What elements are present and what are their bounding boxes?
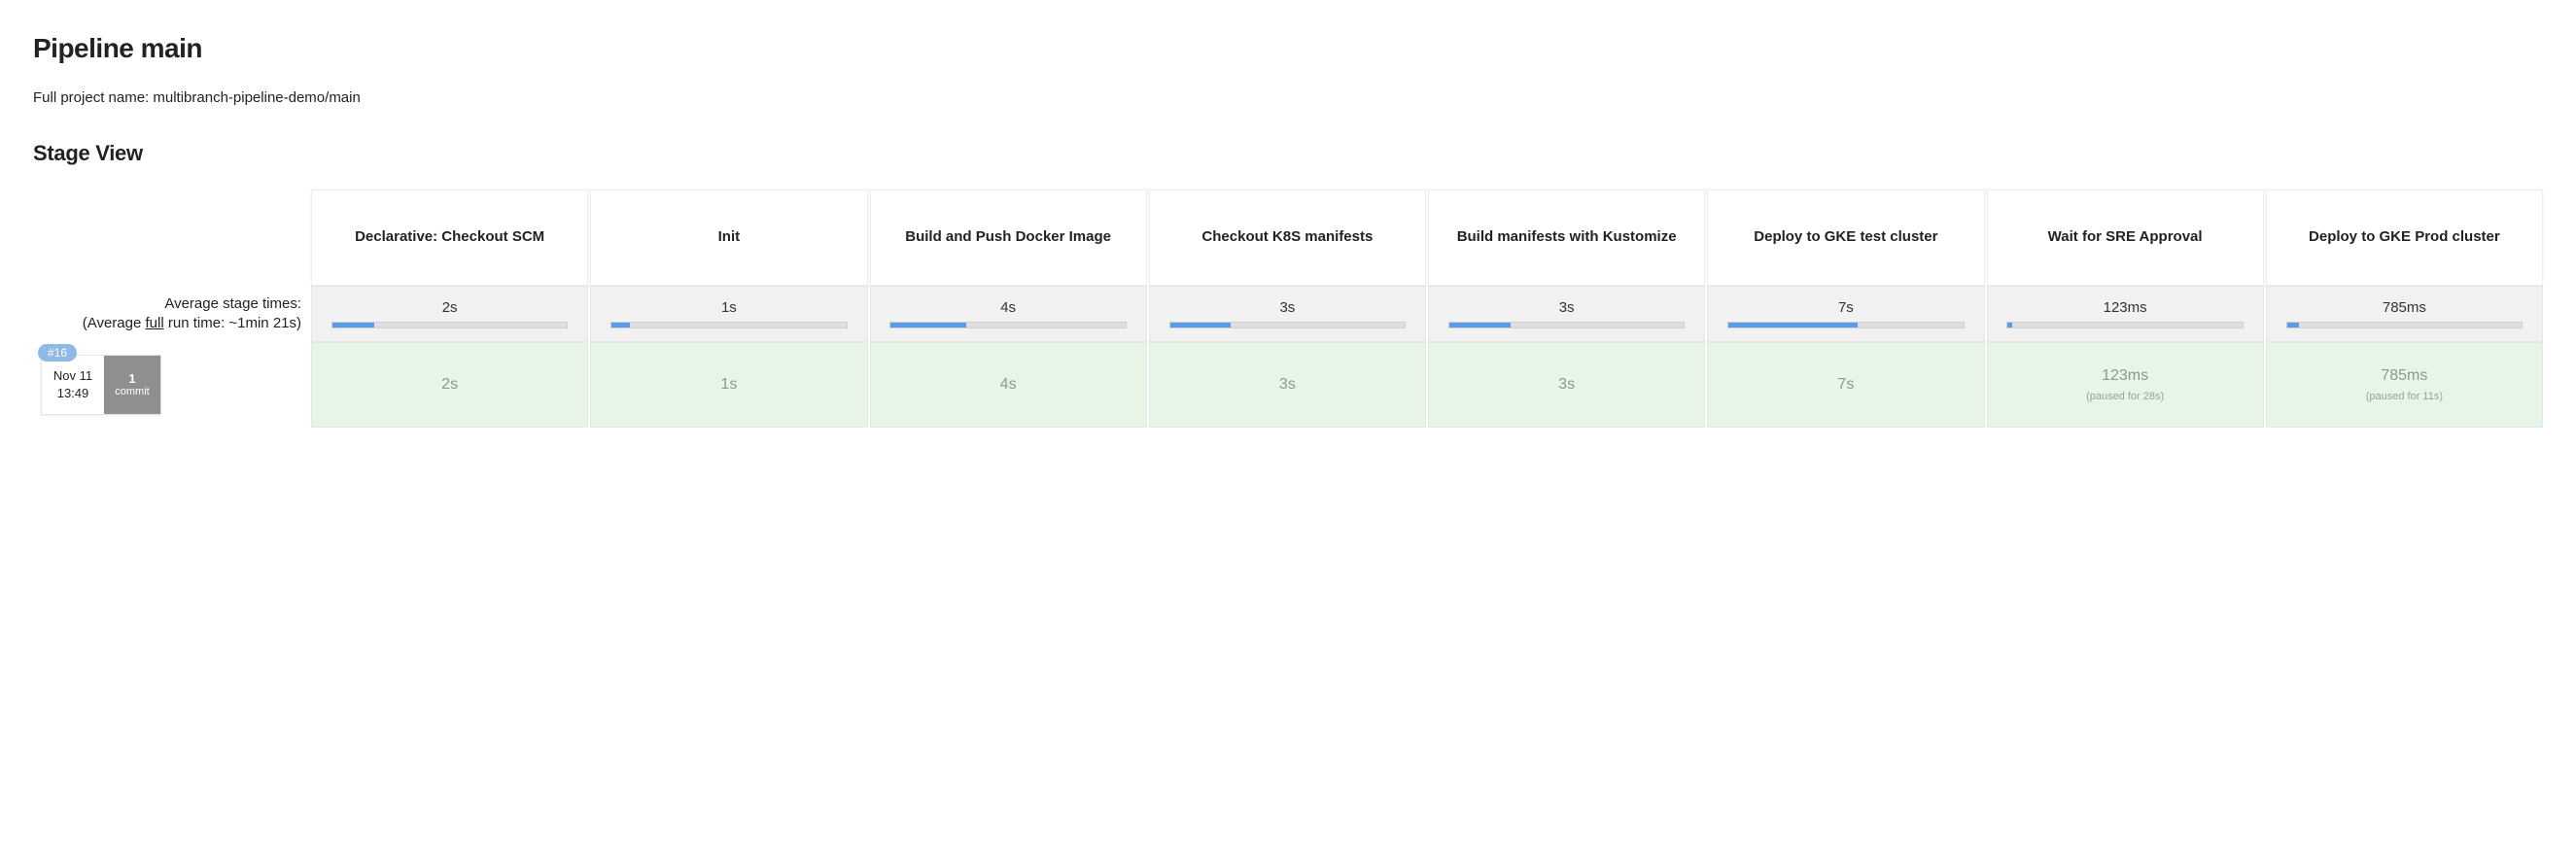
build-date: Nov 11 13:49 <box>42 356 104 414</box>
stage-header[interactable]: Deploy to GKE test cluster <box>1707 189 1984 286</box>
stage-build-row: 2s 1s 4s 3s 3s 7s 123ms (paused for 28s) 785ms (p… <box>311 342 2543 428</box>
full-name-value: multibranch-pipeline-demo/main <box>153 89 360 106</box>
stage-avg-cell[interactable]: 7s <box>1707 286 1984 342</box>
stage-avg-time: 3s <box>1279 299 1295 316</box>
stage-avg-cell[interactable]: 4s <box>870 286 1147 342</box>
stage-avg-cell[interactable]: 2s <box>311 286 588 342</box>
progress-bar <box>1448 322 1686 328</box>
progress-bar <box>2286 322 2524 328</box>
stage-build-time: 785ms <box>2381 367 2427 385</box>
page-title: Pipeline main <box>33 33 2543 64</box>
stage-header[interactable]: Deploy to GKE Prod cluster <box>2266 189 2543 286</box>
stage-avg-time: 2s <box>442 299 458 316</box>
progress-bar-fill <box>1728 323 1858 327</box>
stage-view: Average stage times: (Average full run t… <box>33 189 2543 428</box>
stage-avg-time: 7s <box>1838 299 1854 316</box>
stage-header[interactable]: Build and Push Docker Image <box>870 189 1147 286</box>
avg-full-underline: full <box>146 315 164 331</box>
average-times-label: Average stage times: (Average full run t… <box>33 286 311 342</box>
avg-line2: (Average full run time: ~1min 21s) <box>83 314 301 333</box>
progress-bar-fill <box>890 323 965 327</box>
build-date-day: Nov 11 <box>53 367 92 385</box>
stage-build-cell[interactable]: 1s <box>590 342 867 428</box>
progress-bar-fill <box>2287 323 2299 327</box>
stage-paused-label: (paused for 11s) <box>2366 391 2443 402</box>
stage-header[interactable]: Build manifests with Kustomize <box>1428 189 1705 286</box>
stage-header[interactable]: Checkout K8S manifests <box>1149 189 1426 286</box>
stage-avg-time: 1s <box>721 299 737 316</box>
stage-build-time: 4s <box>1000 376 1017 394</box>
progress-bar <box>889 322 1127 328</box>
stage-build-time: 2s <box>441 376 458 394</box>
full-project-name: Full project name: multibranch-pipeline-… <box>33 89 2543 106</box>
build-date-time: 13:49 <box>57 385 89 402</box>
stage-avg-cell[interactable]: 3s <box>1428 286 1705 342</box>
stage-header[interactable]: Init <box>590 189 867 286</box>
stage-build-cell[interactable]: 3s <box>1149 342 1426 428</box>
stage-build-cell[interactable]: 2s <box>311 342 588 428</box>
stage-build-time: 1s <box>720 376 737 394</box>
stage-avg-time: 3s <box>1559 299 1575 316</box>
stage-build-cell[interactable]: 4s <box>870 342 1147 428</box>
stage-build-cell[interactable]: 785ms (paused for 11s) <box>2266 342 2543 428</box>
commit-label: commit <box>115 386 149 398</box>
stage-avg-time: 123ms <box>2104 299 2147 316</box>
stage-avg-time: 4s <box>1000 299 1016 316</box>
build-card[interactable]: #16 Nov 11 13:49 1 commit <box>41 355 161 415</box>
commit-count: 1 <box>128 371 135 387</box>
left-column: Average stage times: (Average full run t… <box>33 189 311 428</box>
progress-bar <box>610 322 848 328</box>
stage-paused-label: (paused for 28s) <box>2086 391 2164 402</box>
stage-build-time: 7s <box>1837 376 1854 394</box>
stage-build-cell[interactable]: 7s <box>1707 342 1984 428</box>
build-badge[interactable]: #16 <box>38 344 77 362</box>
stages-column: Declarative: Checkout SCMInitBuild and P… <box>311 189 2543 428</box>
stage-build-time: 123ms <box>2102 367 2148 385</box>
avg-line1: Average stage times: <box>164 294 301 314</box>
build-commit[interactable]: 1 commit <box>104 356 160 414</box>
progress-bar <box>1727 322 1965 328</box>
stage-avg-time: 785ms <box>2383 299 2426 316</box>
stage-avg-row: 2s 1s 4s 3s 3s 7s 123ms 785ms <box>311 286 2543 342</box>
progress-bar-fill <box>332 323 374 327</box>
progress-bar <box>331 322 569 328</box>
stage-build-time: 3s <box>1279 376 1296 394</box>
stage-avg-cell[interactable]: 123ms <box>1987 286 2264 342</box>
progress-bar <box>1169 322 1407 328</box>
stage-avg-cell[interactable]: 1s <box>590 286 867 342</box>
stage-header-row: Declarative: Checkout SCMInitBuild and P… <box>311 189 2543 286</box>
progress-bar-fill <box>1449 323 1511 327</box>
stage-build-time: 3s <box>1558 376 1575 394</box>
section-title: Stage View <box>33 141 2543 166</box>
left-header-spacer <box>33 189 311 286</box>
stage-avg-cell[interactable]: 785ms <box>2266 286 2543 342</box>
stage-header[interactable]: Declarative: Checkout SCM <box>311 189 588 286</box>
stage-build-cell[interactable]: 123ms (paused for 28s) <box>1987 342 2264 428</box>
progress-bar-fill <box>1170 323 1232 327</box>
stage-build-cell[interactable]: 3s <box>1428 342 1705 428</box>
progress-bar <box>2006 322 2244 328</box>
stage-header[interactable]: Wait for SRE Approval <box>1987 189 2264 286</box>
progress-bar-fill <box>2007 323 2012 327</box>
full-name-label: Full project name: <box>33 89 153 106</box>
build-row-left: #16 Nov 11 13:49 1 commit <box>33 342 311 428</box>
stage-avg-cell[interactable]: 3s <box>1149 286 1426 342</box>
progress-bar-fill <box>611 323 630 327</box>
